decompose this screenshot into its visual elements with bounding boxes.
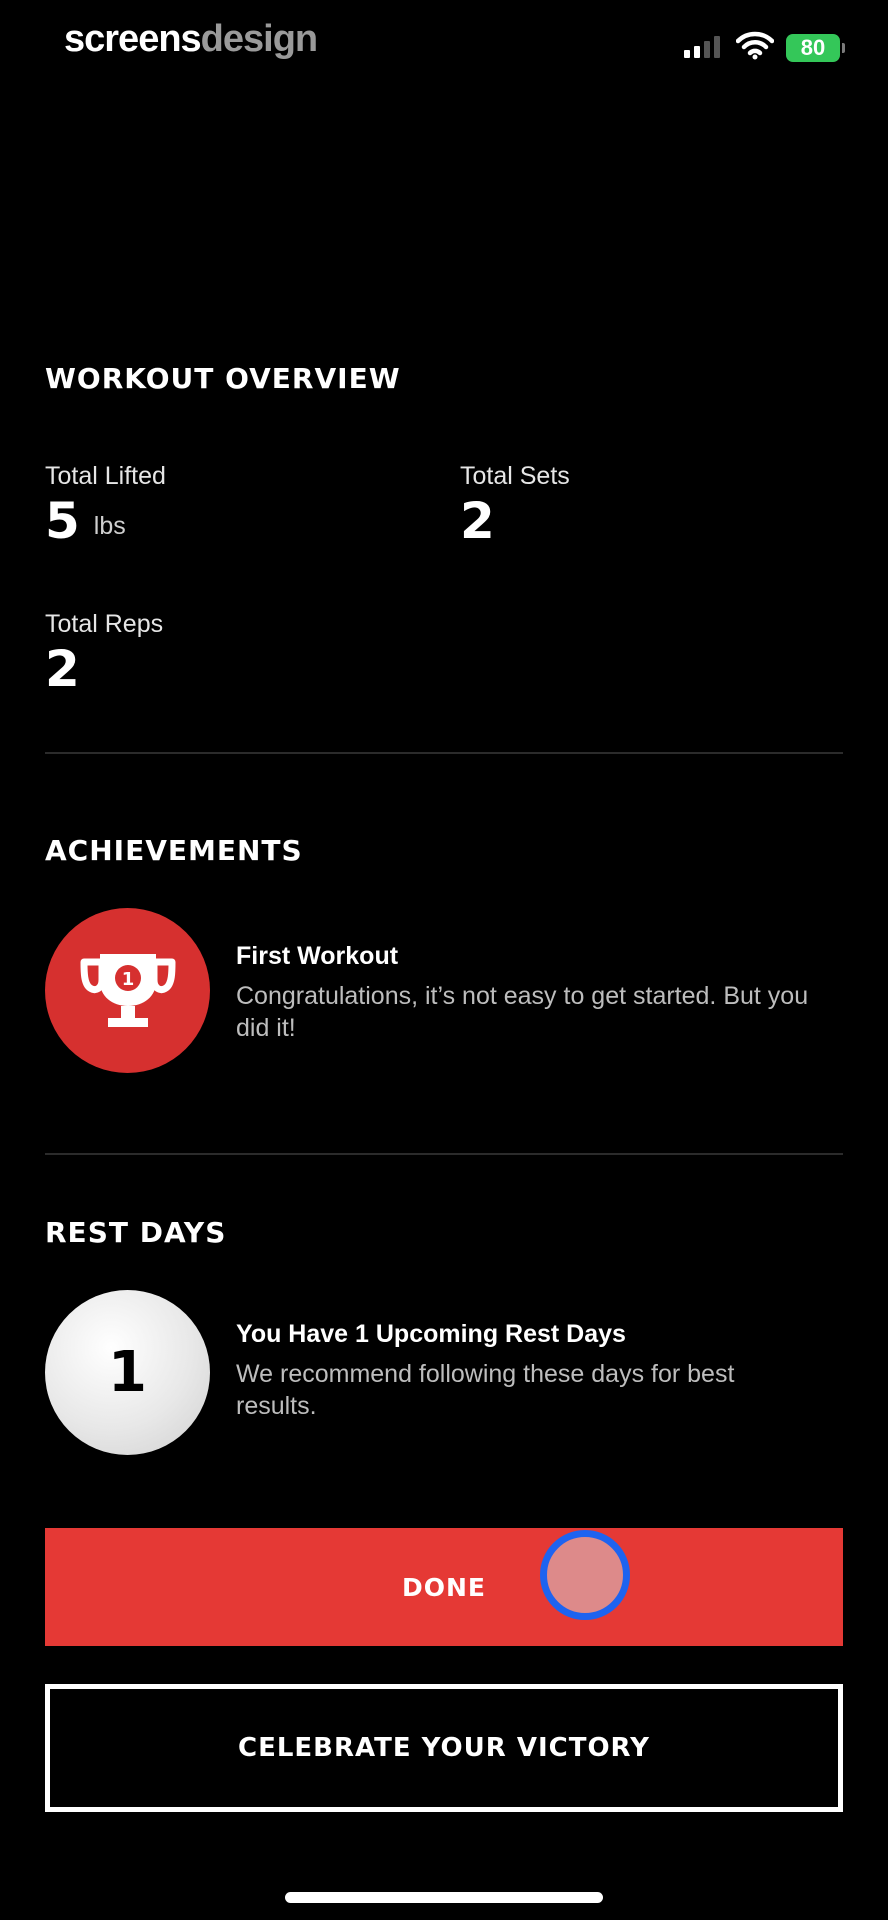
total-sets-label: Total Sets bbox=[460, 462, 570, 490]
brand-part-2: design bbox=[200, 18, 318, 60]
done-button[interactable]: DONE bbox=[45, 1528, 843, 1646]
brand-watermark: screensdesign bbox=[64, 18, 318, 61]
achievement-description: Congratulations, it’s not easy to get st… bbox=[236, 982, 809, 1042]
total-reps-label: Total Reps bbox=[45, 610, 164, 638]
battery-icon: 80 bbox=[786, 34, 845, 62]
rest-days-description: We recommend following these days for be… bbox=[236, 1360, 735, 1420]
celebrate-victory-button[interactable]: CELEBRATE YOUR VICTORY bbox=[45, 1684, 843, 1812]
done-button-label: DONE bbox=[401, 1572, 486, 1602]
achievement-badge: 1 bbox=[45, 908, 210, 1073]
home-indicator[interactable] bbox=[285, 1892, 603, 1903]
divider bbox=[45, 1153, 843, 1155]
tap-indicator bbox=[540, 1530, 630, 1620]
rest-days-count: 1 bbox=[108, 1340, 147, 1405]
rest-days-title: REST DAYS bbox=[45, 1216, 227, 1249]
trophy-icon: 1 bbox=[80, 953, 175, 1027]
total-lifted-label: Total Lifted bbox=[45, 462, 166, 490]
cellular-signal-icon bbox=[684, 36, 720, 58]
wifi-icon bbox=[736, 31, 774, 60]
battery-level: 80 bbox=[800, 35, 826, 60]
total-reps-value: 2 bbox=[45, 640, 80, 698]
brand-part-1: screens bbox=[64, 18, 202, 60]
rest-days-badge: 1 bbox=[45, 1290, 210, 1455]
svg-text:1: 1 bbox=[121, 969, 134, 990]
rest-days-heading: You Have 1 Upcoming Rest Days bbox=[236, 1320, 626, 1348]
total-lifted-value: 5 bbox=[45, 492, 80, 550]
achievement-title: First Workout bbox=[236, 942, 399, 970]
total-lifted-stat: 5 lbs bbox=[45, 496, 126, 546]
workout-summary-screen: screensdesign 80 WORKOUT OVERVIEW Total … bbox=[0, 0, 888, 1920]
total-sets-value: 2 bbox=[460, 492, 495, 550]
workout-overview-title: WORKOUT OVERVIEW bbox=[45, 362, 401, 395]
celebrate-button-label: CELEBRATE YOUR VICTORY bbox=[238, 1733, 650, 1763]
divider bbox=[45, 752, 843, 754]
achievements-title: ACHIEVEMENTS bbox=[45, 834, 303, 867]
total-lifted-unit: lbs bbox=[93, 512, 126, 540]
